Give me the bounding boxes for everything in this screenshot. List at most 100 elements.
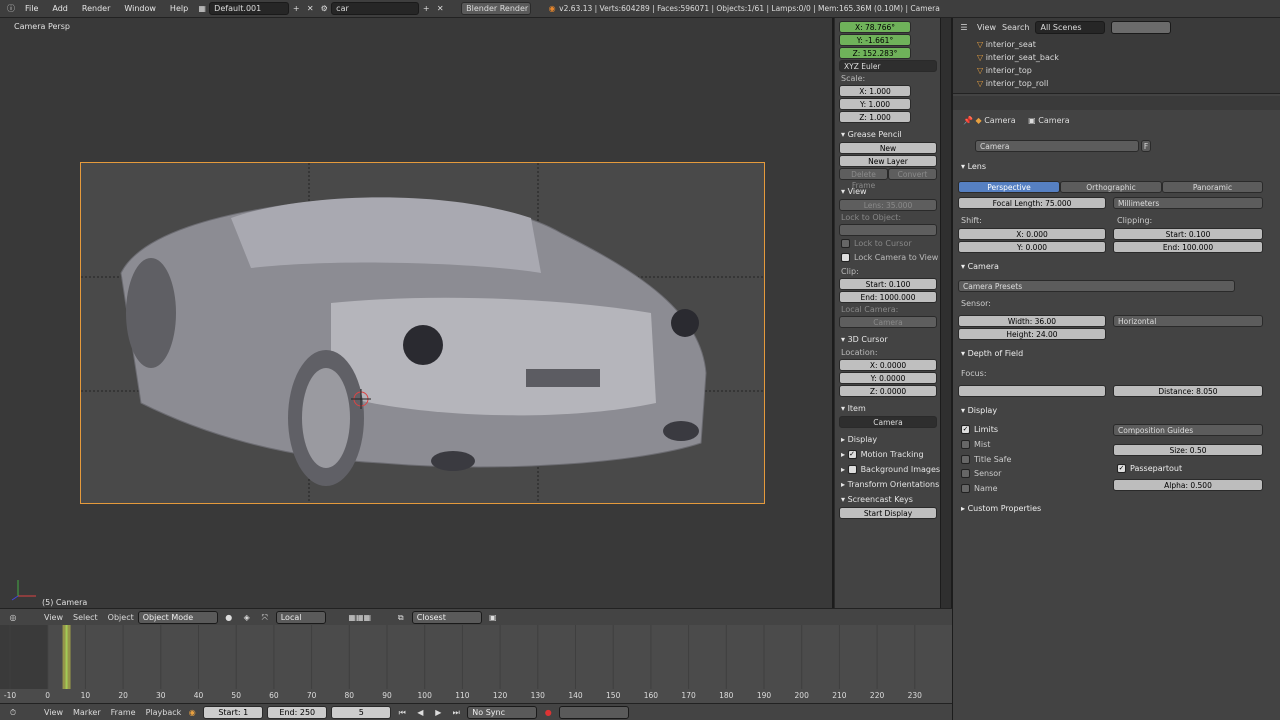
name-check[interactable] <box>961 484 970 493</box>
tab-panoramic[interactable]: Panoramic <box>1162 181 1263 193</box>
editor-type-icon[interactable]: ⓘ <box>4 2 18 15</box>
title-safe-check[interactable] <box>961 455 970 464</box>
scene-icon[interactable]: ⚙ <box>317 2 331 15</box>
shelf-scrollbar[interactable] <box>941 18 951 608</box>
screen-layout-field[interactable]: Default.001 <box>209 2 290 15</box>
rotation-y-field[interactable]: Y: -1.661° <box>839 34 911 46</box>
guide-size-field[interactable]: Size: 0.50 <box>1113 444 1263 456</box>
clip-start-field[interactable]: Start: 0.100 <box>839 278 937 290</box>
keying-set-field[interactable] <box>559 705 630 719</box>
mist-checkbox[interactable]: Mist <box>961 440 990 449</box>
orientation-select[interactable]: Local <box>275 610 326 624</box>
mist-check[interactable] <box>961 440 970 449</box>
end-frame-field[interactable]: End: 250 <box>267 705 328 719</box>
timeline-area[interactable]: -10 0 10 20 30 40 50 60 70 80 90 100 110 120 130 140 150… <box>0 625 952 703</box>
add-layout-icon[interactable]: + <box>289 2 303 15</box>
title-safe-checkbox[interactable]: Title Safe <box>961 455 1011 464</box>
remove-layout-icon[interactable]: ✕ <box>303 2 317 15</box>
render-icon[interactable]: ▣ <box>486 611 500 624</box>
datablock-field[interactable]: Camera <box>975 140 1139 152</box>
vp-select-menu[interactable]: Select <box>73 613 98 622</box>
outliner-item[interactable]: ▽ interior_top_roll <box>967 77 1277 90</box>
outliner-filter-select[interactable]: All Scenes <box>1035 21 1106 34</box>
lens-unit-select[interactable]: Millimeters <box>1113 197 1263 209</box>
preview-range-icon[interactable]: ◉ <box>185 706 199 719</box>
lens-field[interactable]: Lens: 35.000 <box>839 199 937 211</box>
pin-icon[interactable]: 📌 <box>963 116 973 125</box>
lens-header[interactable]: ▾ Lens <box>961 162 986 171</box>
background-images-header[interactable]: ▸ Background Images <box>835 462 941 477</box>
alpha-slider[interactable]: Alpha: 0.500 <box>1113 479 1263 491</box>
3d-view-editor-icon[interactable]: ◎ <box>6 611 20 624</box>
outliner-editor-icon[interactable]: ☰ <box>957 21 971 34</box>
composition-guides-select[interactable]: Composition Guides <box>1113 424 1263 436</box>
scale-y-field[interactable]: Y: 1.000 <box>839 98 911 110</box>
menu-render[interactable]: Render <box>75 4 117 13</box>
menu-window[interactable]: Window <box>117 4 163 13</box>
outliner-view-menu[interactable]: View <box>977 23 996 32</box>
fake-user-button[interactable]: F <box>1141 140 1151 152</box>
motion-tracking-header[interactable]: ▸ ✓ Motion Tracking <box>835 447 941 462</box>
sensor-check[interactable] <box>961 469 970 478</box>
display-panel-header[interactable]: ▸ Display <box>835 432 941 447</box>
play-reverse-icon[interactable]: ◀ <box>413 706 427 719</box>
add-scene-icon[interactable]: + <box>419 2 433 15</box>
shift-y-field[interactable]: Y: 0.000 <box>958 241 1106 253</box>
tl-view-menu[interactable]: View <box>44 708 63 717</box>
sensor-width-field[interactable]: Width: 36.00 <box>958 315 1106 327</box>
menu-file[interactable]: File <box>18 4 45 13</box>
local-camera-field[interactable]: Camera <box>839 316 937 328</box>
3d-cursor-panel-header[interactable]: ▾ 3D Cursor <box>835 332 941 347</box>
render-engine-select[interactable]: Blender Render <box>461 2 532 15</box>
clip-start-field-props[interactable]: Start: 0.100 <box>1113 228 1263 240</box>
tl-playback-menu[interactable]: Playback <box>146 708 182 717</box>
snap-icon[interactable]: ⧉ <box>394 611 408 624</box>
convert-button[interactable]: Convert <box>888 168 937 180</box>
3d-viewport[interactable]: Camera Persp (5) Camera <box>0 18 832 608</box>
dof-panel-header[interactable]: ▾ Depth of Field <box>961 349 1023 358</box>
scene-field[interactable]: car <box>331 2 420 15</box>
clip-end-field[interactable]: End: 1000.000 <box>839 291 937 303</box>
cursor-y-field[interactable]: Y: 0.0000 <box>839 372 937 384</box>
background-images-check[interactable] <box>847 465 857 474</box>
lock-camera-checkbox[interactable]: Lock Camera to View <box>835 252 941 264</box>
cursor-x-field[interactable]: X: 0.0000 <box>839 359 937 371</box>
manipulator-icon[interactable]: ⤧ <box>258 611 272 624</box>
limits-checkbox[interactable]: ✓ Limits <box>961 425 998 434</box>
motion-tracking-check[interactable]: ✓ <box>847 450 857 459</box>
record-icon[interactable]: ● <box>541 706 555 719</box>
outliner-item[interactable]: ▽ interior_seat <box>967 38 1277 51</box>
delete-frame-button[interactable]: Delete Frame <box>839 168 888 190</box>
properties-context-tabs[interactable] <box>953 96 1280 110</box>
screencast-keys-header[interactable]: ▾ Screencast Keys <box>835 492 941 507</box>
tab-orthographic[interactable]: Orthographic <box>1060 181 1162 193</box>
view-panel-header[interactable]: ▾ View <box>835 184 941 199</box>
focus-object-field[interactable] <box>958 385 1106 397</box>
menu-add[interactable]: Add <box>45 4 75 13</box>
play-icon[interactable]: ▶ <box>431 706 445 719</box>
lock-camera-check[interactable] <box>841 253 850 262</box>
jump-end-icon[interactable]: ⏭ <box>449 706 463 719</box>
lock-to-cursor-check[interactable] <box>841 239 850 248</box>
layers-icon[interactable]: ▦▦▦ <box>330 611 390 624</box>
current-frame-field[interactable]: 5 <box>331 705 392 719</box>
shift-x-field[interactable]: X: 0.000 <box>958 228 1106 240</box>
start-frame-field[interactable]: Start: 1 <box>203 705 264 719</box>
passepartout-check[interactable]: ✓ <box>1117 464 1126 473</box>
limits-check[interactable]: ✓ <box>961 425 970 434</box>
display-panel-header-props[interactable]: ▾ Display <box>961 406 997 415</box>
focal-length-field[interactable]: Focal Length: 75.000 <box>958 197 1106 209</box>
sync-select[interactable]: No Sync <box>467 705 538 719</box>
sensor-checkbox[interactable]: Sensor <box>961 469 1001 478</box>
camera-presets-select[interactable]: Camera Presets <box>958 280 1235 292</box>
rotation-x-field[interactable]: X: 78.766° <box>839 21 911 33</box>
outliner-search-menu[interactable]: Search <box>1002 23 1029 32</box>
new-layer-button[interactable]: New Layer <box>839 155 937 167</box>
remove-scene-icon[interactable]: ✕ <box>433 2 447 15</box>
clip-end-field-props[interactable]: End: 100.000 <box>1113 241 1263 253</box>
jump-start-icon[interactable]: ⏮ <box>395 706 409 719</box>
outliner-search-field[interactable] <box>1111 21 1172 34</box>
sensor-height-field[interactable]: Height: 24.00 <box>958 328 1106 340</box>
lock-object-field[interactable] <box>839 224 937 236</box>
menu-help[interactable]: Help <box>163 4 195 13</box>
